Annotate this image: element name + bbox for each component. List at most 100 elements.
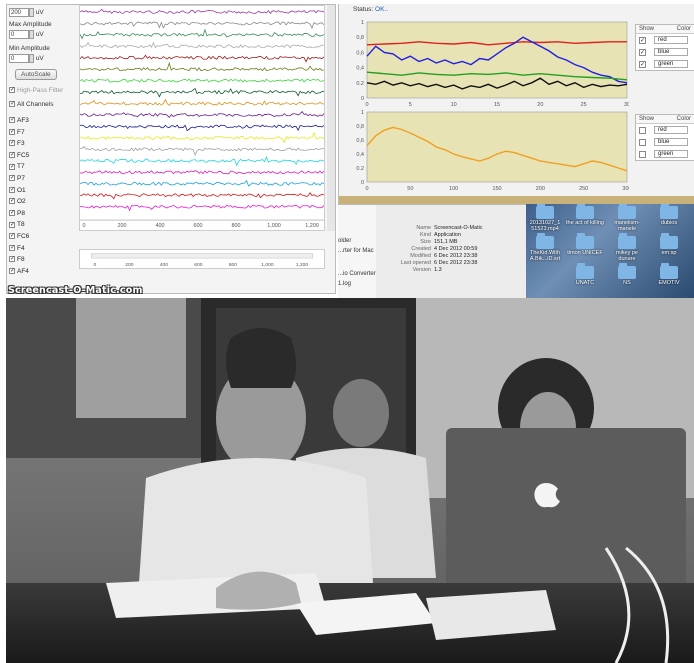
desktop-icon[interactable]: EMOTIV xyxy=(650,263,688,286)
eeg-vertical-scrollbar[interactable] xyxy=(327,5,335,231)
x-tick-label: 0 xyxy=(94,262,97,268)
check-icon: ✓ xyxy=(9,87,16,94)
show-checkbox[interactable]: ✓ xyxy=(639,60,646,68)
info-key: Name xyxy=(416,225,431,231)
desktop-icon[interactable]: the act of killing xyxy=(566,204,604,226)
x-tick-label: 250 xyxy=(579,186,588,192)
channel-checkbox-f8[interactable]: ✓ F8 xyxy=(9,254,75,266)
channel-checkbox-o2[interactable]: ✓ O2 xyxy=(9,196,75,208)
show-checkbox[interactable] xyxy=(639,126,646,134)
channel-checkbox-p7[interactable]: ✓ P7 xyxy=(9,173,75,185)
folder-icon xyxy=(576,233,594,249)
channel-label: O2 xyxy=(17,198,26,206)
show-checkbox[interactable] xyxy=(639,138,646,146)
color-select[interactable]: blue xyxy=(654,48,688,56)
min-amplitude-stepper[interactable] xyxy=(29,54,34,63)
channel-checkbox-fc5[interactable]: ✓ FC5 xyxy=(9,150,75,162)
channel-label: T8 xyxy=(17,221,25,229)
y-tick-label: 0,8 xyxy=(356,35,364,41)
amplitude-stepper[interactable] xyxy=(29,8,34,17)
channel-checkbox-af3[interactable]: ✓ AF3 xyxy=(9,115,75,127)
desktop-icon-label: mikey pe dunare xyxy=(615,250,638,262)
color-select[interactable]: blue xyxy=(654,138,688,146)
y-tick-label: 0 xyxy=(361,96,364,102)
desktop-icon[interactable]: TheKid.With A.Bik...iD.srt xyxy=(526,233,564,262)
finder-sidebar-item[interactable]: 1.log xyxy=(338,281,351,287)
finder-sidebar: older ...rter for Mac ...io Converter 1.… xyxy=(338,205,376,298)
show-checkbox[interactable]: ✓ xyxy=(639,36,646,44)
amplitude-field[interactable]: 200 xyxy=(9,8,29,17)
folder-icon xyxy=(576,263,594,279)
autoscale-button[interactable]: AutoScale xyxy=(15,69,57,80)
channel-checkbox-f7[interactable]: ✓ F7 xyxy=(9,127,75,139)
legend-row-green: green xyxy=(636,148,694,160)
y-tick-label: 1 xyxy=(361,20,364,26)
folder-icon xyxy=(660,233,678,249)
color-select[interactable]: green xyxy=(654,60,688,68)
channel-checkbox-f3[interactable]: ✓ F3 xyxy=(9,138,75,150)
info-key: Version xyxy=(412,267,431,273)
check-icon: ✓ xyxy=(9,244,16,251)
highpass-filter-checkbox[interactable]: ✓ High-Pass Filter xyxy=(9,87,77,94)
min-amplitude-field[interactable]: 0 xyxy=(9,54,29,63)
check-icon: ✓ xyxy=(9,152,16,159)
channel-checkbox-f4[interactable]: ✓ F4 xyxy=(9,243,75,255)
show-checkbox[interactable] xyxy=(639,150,646,158)
x-tick-label: 1,200 xyxy=(305,223,319,229)
desktop-icon[interactable]: NS xyxy=(608,263,646,286)
desktop-icon[interactable]: em:sp xyxy=(650,233,688,256)
check-icon: ✓ xyxy=(9,101,16,108)
finder-sidebar-item[interactable]: older xyxy=(338,238,351,244)
eeg-trace xyxy=(80,145,324,156)
channel-label: F4 xyxy=(17,244,25,252)
desktop-icon-label: dubios xyxy=(660,220,678,226)
channel-checkbox-o1[interactable]: ✓ O1 xyxy=(9,185,75,197)
desktop-icon-label: UNATC xyxy=(575,280,595,286)
desktop-icon[interactable]: manelism- manele xyxy=(608,204,646,232)
channel-checkbox-p8[interactable]: ✓ P8 xyxy=(9,208,75,220)
info-value: 151,1 MB xyxy=(434,239,458,245)
highpass-filter-label: High-Pass Filter xyxy=(17,87,64,94)
check-icon: ✓ xyxy=(9,233,16,240)
channel-checkbox-t8[interactable]: ✓ T8 xyxy=(9,219,75,231)
all-channels-checkbox[interactable]: ✓ All Channels xyxy=(9,101,77,108)
eeg-trace xyxy=(80,179,324,187)
channel-checkbox-t7[interactable]: ✓ T7 xyxy=(9,161,75,173)
info-row: Last opened 6 Dec 2012 23:38 xyxy=(382,260,522,267)
x-tick-label: 150 xyxy=(492,186,501,192)
x-tick-label: 0 xyxy=(83,223,86,229)
max-amplitude-field[interactable]: 0 xyxy=(9,30,29,39)
channel-label: FC5 xyxy=(17,151,30,159)
color-select[interactable]: red xyxy=(654,126,688,134)
max-amplitude-stepper[interactable] xyxy=(29,30,34,39)
desktop-icon[interactable]: 20131027_1 51523.mp4 xyxy=(526,204,564,232)
desktop-icon[interactable]: timon UNICEF xyxy=(566,233,604,256)
eeg-overview-scrollbar[interactable]: 0 200 400 600 800 1,000 1,200 xyxy=(79,249,325,269)
color-select[interactable]: red xyxy=(654,36,688,44)
legend-row-green: ✓ green xyxy=(636,58,694,70)
eeg-trace xyxy=(80,87,324,98)
color-select[interactable]: green xyxy=(654,150,688,158)
bottom-chart-legend: Show Color red blue green xyxy=(635,114,694,161)
show-checkbox[interactable]: ✓ xyxy=(639,48,646,56)
finder-sidebar-item[interactable]: ...io Converter xyxy=(338,271,376,277)
channel-label: F8 xyxy=(17,256,25,264)
channel-label: O1 xyxy=(17,186,26,194)
desktop-icon[interactable]: mikey pe dunare xyxy=(608,233,646,262)
eeg-trace xyxy=(80,131,324,144)
channel-label: T7 xyxy=(17,163,25,171)
eeg-trace xyxy=(80,54,324,63)
folder-icon xyxy=(660,204,678,219)
legend-row-blue: ✓ blue xyxy=(636,46,694,58)
desktop-icon[interactable]: dubios xyxy=(650,204,688,226)
channel-checkbox-fc6[interactable]: ✓ FC6 xyxy=(9,231,75,243)
desktop-icon[interactable]: UNATC xyxy=(566,263,604,286)
eeg-trace xyxy=(80,61,324,72)
finder-sidebar-item[interactable]: ...rter for Mac xyxy=(338,248,374,254)
max-amplitude-unit: uV xyxy=(35,31,44,39)
folder-icon xyxy=(536,233,554,249)
check-icon: ✓ xyxy=(9,210,16,217)
y-tick-label: 0.2 xyxy=(356,81,364,87)
channel-checkbox-af4[interactable]: ✓ AF4 xyxy=(9,266,75,278)
channel-label: P8 xyxy=(17,209,25,217)
